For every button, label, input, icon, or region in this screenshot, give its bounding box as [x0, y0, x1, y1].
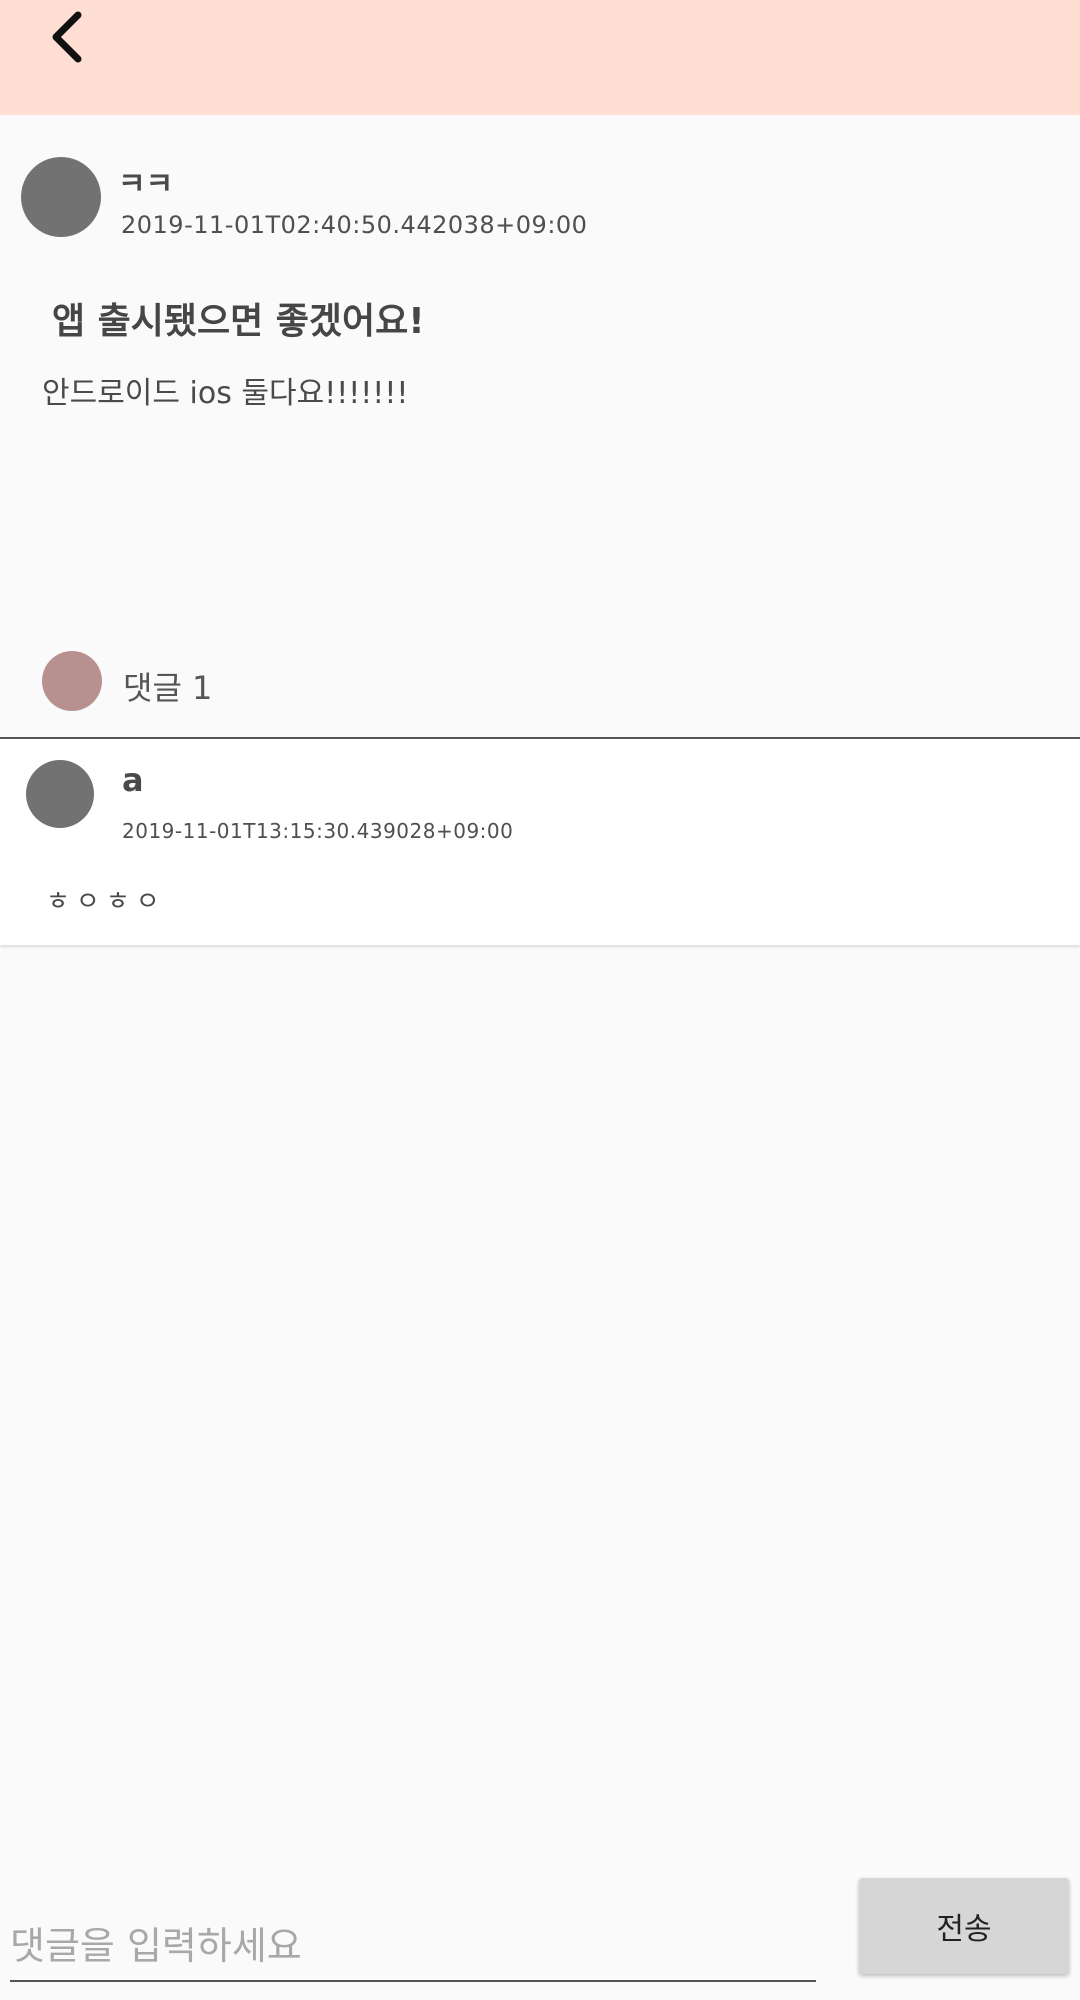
list-item: a 2019-11-01T13:15:30.439028+09:00 ㅎㅇㅎㅇ — [0, 739, 1080, 945]
post-timestamp: 2019-11-01T02:40:50.442038+09:00 — [121, 211, 588, 239]
avatar[interactable] — [26, 760, 94, 828]
comment-input[interactable] — [10, 1918, 816, 1982]
app-bar — [0, 0, 1080, 115]
chevron-left-icon — [52, 11, 82, 63]
back-button[interactable] — [36, 4, 96, 70]
comment-author: a — [122, 761, 144, 799]
comment-timestamp: 2019-11-01T13:15:30.439028+09:00 — [122, 819, 514, 843]
comment-count: 댓글 1 — [123, 669, 213, 707]
avatar[interactable] — [21, 157, 101, 237]
post-author: ㅋㅋ — [118, 167, 174, 202]
comment-body: ㅎㅇㅎㅇ — [46, 887, 166, 917]
comment-badge-icon — [42, 651, 102, 711]
post-body: 안드로이드 ios 둘다요!!!!!!! — [42, 376, 409, 411]
post-title: 앱 출시됐으면 좋겠어요! — [52, 301, 425, 342]
comment-composer: 전송 — [0, 1870, 1080, 2000]
send-button[interactable]: 전송 — [859, 1878, 1069, 1974]
